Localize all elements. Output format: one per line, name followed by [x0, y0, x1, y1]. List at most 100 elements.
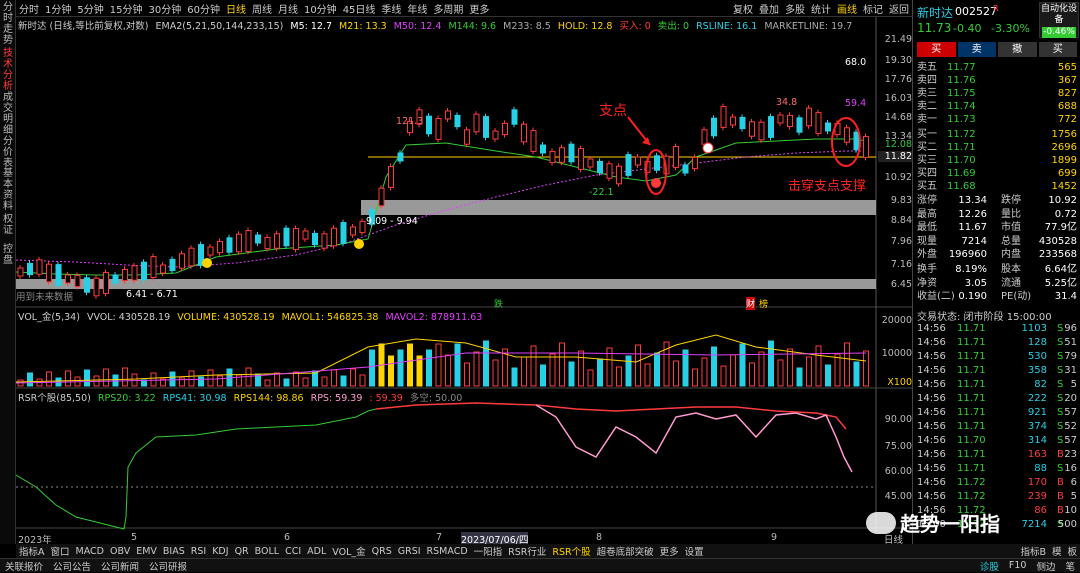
- bid-price: 11.72: [947, 129, 976, 140]
- volume-bar: [445, 354, 451, 387]
- buy-signal-mark-1: [202, 258, 212, 268]
- indicator-tab[interactable]: GRSI: [395, 546, 424, 557]
- indicator-tab[interactable]: KDJ: [209, 546, 231, 557]
- indicator-tab[interactable]: 设置: [682, 544, 707, 558]
- volume-bar: [587, 369, 594, 387]
- vtab-detail[interactable]: 成交明细: [1, 92, 15, 136]
- stat-label: 外盘: [917, 249, 937, 260]
- indicator-tab[interactable]: 更多: [657, 544, 682, 558]
- indicator-tab[interactable]: OBV: [107, 546, 133, 557]
- sidebar-button[interactable]: 侧边: [1031, 559, 1060, 573]
- volume-bar: [464, 362, 470, 387]
- period-60min[interactable]: 60分钟: [184, 1, 223, 16]
- draw-line-button[interactable]: 画线: [834, 1, 860, 16]
- indicator-tab[interactable]: RSI: [188, 546, 209, 557]
- indicator-tab[interactable]: ADL: [304, 546, 329, 557]
- period-1min[interactable]: 1分钟: [42, 1, 74, 16]
- period-multi[interactable]: 多周期: [430, 1, 466, 16]
- period-timeshare[interactable]: 分时: [16, 1, 42, 16]
- signal-mark-4: [702, 142, 714, 154]
- vtab-control[interactable]: 控盘: [1, 244, 15, 266]
- stats-button[interactable]: 统计: [808, 1, 834, 16]
- bid-row[interactable]: 买三 11.70 1899: [917, 155, 1077, 167]
- ask-row[interactable]: 卖一 11.73 772: [917, 114, 1077, 126]
- buy-signal-mark-2: [354, 239, 364, 249]
- bid-row[interactable]: 买五 11.68 1452: [917, 181, 1077, 193]
- adjust-button[interactable]: 复权: [730, 1, 756, 16]
- bid-row[interactable]: 买一 11.72 1756: [917, 129, 1077, 141]
- indicator-tab[interactable]: 一阳指: [471, 544, 506, 558]
- period-year[interactable]: 年线: [404, 1, 430, 16]
- indicator-tab[interactable]: EMV: [133, 546, 160, 557]
- ask-row[interactable]: 卖四 11.76 367: [917, 75, 1077, 87]
- period-15min[interactable]: 15分钟: [107, 1, 146, 16]
- back-button[interactable]: 返回: [886, 1, 912, 16]
- period-30min[interactable]: 30分钟: [145, 1, 184, 16]
- vol-indicator-header: VOL_金(5,34) VVOL: 430528.19 VOLUME: 4305…: [18, 309, 486, 323]
- footer-tab-notice[interactable]: 公司公告: [48, 559, 96, 573]
- ask-row[interactable]: 卖三 11.75 827: [917, 88, 1077, 100]
- indicator-tab[interactable]: RSR行业: [505, 544, 549, 558]
- indicator-tab[interactable]: BIAS: [160, 546, 188, 557]
- tick-time: 14:56: [917, 365, 946, 376]
- ask-row[interactable]: 卖五 11.77 565: [917, 62, 1077, 74]
- vtab-price-table[interactable]: 分价表: [1, 136, 15, 169]
- indicator-tab[interactable]: MACD: [73, 546, 107, 557]
- vtab-warrant[interactable]: 权证: [1, 214, 15, 236]
- period-45day[interactable]: 45日线: [340, 1, 379, 16]
- indicator-tab[interactable]: 指标A: [16, 544, 48, 558]
- rps41-value: RPS41: 30.98: [162, 393, 227, 404]
- sell-button[interactable]: 卖: [957, 42, 996, 57]
- vtab-basic[interactable]: 基本资料: [1, 168, 15, 212]
- indicator-tab[interactable]: QR: [232, 546, 252, 557]
- candle-body: [350, 226, 356, 236]
- stat-value: 3.05: [964, 277, 987, 289]
- period-weekly[interactable]: 周线: [249, 1, 275, 16]
- vtab-technical[interactable]: 技术分析: [1, 48, 15, 92]
- indicator-tab[interactable]: RSMACD: [424, 546, 471, 557]
- footer-tab-news[interactable]: 公司新闻: [96, 559, 144, 573]
- indicator-tab-right[interactable]: 模: [1049, 544, 1065, 558]
- pen-button[interactable]: 笔: [1060, 559, 1080, 573]
- indicator-tab[interactable]: QRS: [369, 546, 395, 557]
- indicator-tab[interactable]: 超卷底部突破: [594, 544, 657, 558]
- bid-row[interactable]: 买四 11.69 699: [917, 168, 1077, 180]
- low-label: -22.1: [589, 187, 614, 198]
- indicator-tab[interactable]: CCI: [282, 546, 304, 557]
- mark-button[interactable]: 标记: [860, 1, 886, 16]
- buy-alt-button[interactable]: 买: [1038, 42, 1077, 57]
- bid-row[interactable]: 买二 11.71 2696: [917, 142, 1077, 154]
- duokong-value: 多空: 50.00: [409, 393, 463, 404]
- volume-bar: [540, 364, 546, 387]
- period-daily[interactable]: 日线: [223, 1, 249, 16]
- volume-bar: [46, 371, 52, 387]
- f10-button[interactable]: F10: [1004, 560, 1032, 571]
- diagnose-button[interactable]: 诊股: [975, 559, 1004, 573]
- cancel-button[interactable]: 撤: [998, 42, 1037, 57]
- period-more[interactable]: 更多: [466, 1, 492, 16]
- indicator-tab-right[interactable]: 指标B: [1017, 544, 1049, 558]
- indicator-tab[interactable]: RSR个股: [549, 544, 593, 558]
- period-monthly[interactable]: 月线: [275, 1, 301, 16]
- period-10min[interactable]: 10分钟: [301, 1, 340, 16]
- footer-tab-research[interactable]: 公司研报: [144, 559, 192, 573]
- candle-body: [131, 265, 138, 281]
- indicator-tab[interactable]: VOL_金: [329, 544, 368, 558]
- stat-label: 涨停: [917, 195, 937, 206]
- vtab-timeshare[interactable]: 分时走势: [1, 2, 15, 46]
- stat-row: 净资 3.05 流通 5.25亿: [917, 278, 1077, 290]
- period-quarter[interactable]: 季线: [378, 1, 404, 16]
- indicator-tab[interactable]: BOLL: [252, 546, 282, 557]
- ask-row[interactable]: 卖二 11.74 688: [917, 101, 1077, 113]
- footer-tab-quote[interactable]: 关联报价: [0, 559, 48, 573]
- period-5min[interactable]: 5分钟: [74, 1, 106, 16]
- overlay-button[interactable]: 叠加: [756, 1, 782, 16]
- indicator-tab-right[interactable]: 板: [1064, 544, 1080, 558]
- tick-time: 14:56: [917, 463, 946, 474]
- buy-button[interactable]: 买: [917, 42, 956, 57]
- tick-price: 11.71: [957, 449, 986, 460]
- chart-area[interactable]: 新时达 (日线,等比前复权,对数) EMA2(5,21,50,144,233,1…: [16, 16, 912, 546]
- multi-stock-button[interactable]: 多股: [782, 1, 808, 16]
- sector-box[interactable]: 自动化设备 -0.46%: [1039, 2, 1079, 38]
- indicator-tab[interactable]: 窗口: [48, 544, 73, 558]
